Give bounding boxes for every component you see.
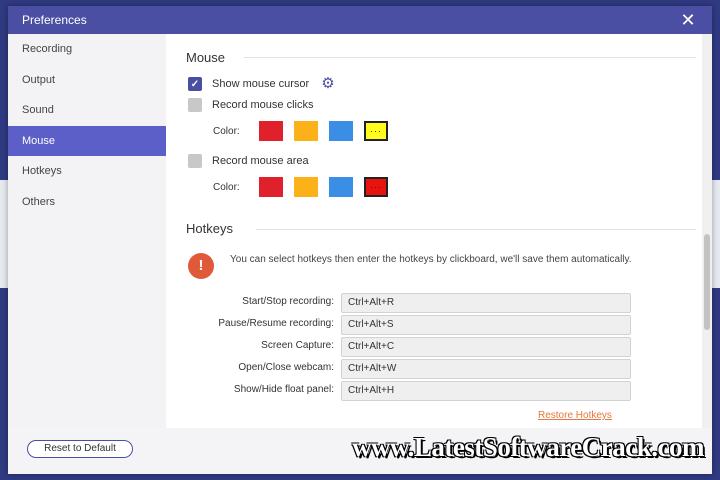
start-stop-hotkey-input[interactable] xyxy=(341,293,631,313)
float-panel-hotkey-input[interactable] xyxy=(341,381,631,401)
area-color-red[interactable] xyxy=(259,177,283,197)
sidebar: Recording Output Sound Mouse Hotkeys Oth… xyxy=(8,34,167,428)
area-color-orange[interactable] xyxy=(294,177,318,197)
hotkey-row: Open/Close webcam: xyxy=(166,359,631,379)
title-bar: Preferences ✕ xyxy=(8,6,712,34)
hotkeys-section-title: Hotkeys xyxy=(186,221,233,236)
hotkey-row: Show/Hide float panel: xyxy=(166,381,631,401)
area-color-label: Color: xyxy=(213,181,240,193)
sidebar-item-mouse[interactable]: Mouse xyxy=(8,125,166,156)
section-divider xyxy=(244,57,696,58)
hotkeys-info-text: You can select hotkeys then enter the ho… xyxy=(230,254,632,265)
sidebar-item-sound[interactable]: Sound xyxy=(8,95,166,126)
record-area-checkbox[interactable] xyxy=(188,154,202,168)
hotkey-label: Show/Hide float panel: xyxy=(233,384,334,395)
show-cursor-checkbox[interactable]: ✓ xyxy=(188,77,202,91)
settings-panel: Mouse ✓ Show mouse cursor ⚙ Record mouse… xyxy=(166,34,712,428)
record-area-row: Record mouse area xyxy=(188,153,309,169)
scrollbar[interactable] xyxy=(702,34,712,428)
clicks-color-row: Color: ··· xyxy=(213,120,399,142)
alert-icon: ! xyxy=(188,253,214,279)
show-cursor-row: ✓ Show mouse cursor ⚙ xyxy=(188,76,335,92)
record-clicks-row: Record mouse clicks xyxy=(188,97,313,113)
hotkey-label: Start/Stop recording: xyxy=(242,296,334,307)
pause-resume-hotkey-input[interactable] xyxy=(341,315,631,335)
sidebar-item-recording[interactable]: Recording xyxy=(8,34,166,65)
record-clicks-checkbox[interactable] xyxy=(188,98,202,112)
section-divider xyxy=(256,229,696,230)
clicks-color-blue[interactable] xyxy=(329,121,353,141)
area-color-darkred[interactable]: ··· xyxy=(364,177,388,197)
record-area-label: Record mouse area xyxy=(212,155,309,167)
sidebar-item-output[interactable]: Output xyxy=(8,65,166,96)
hotkey-label: Screen Capture: xyxy=(261,340,334,351)
clicks-color-yellow[interactable]: ··· xyxy=(364,121,388,141)
area-color-blue[interactable] xyxy=(329,177,353,197)
hotkey-label: Pause/Resume recording: xyxy=(218,318,334,329)
mouse-section-title: Mouse xyxy=(186,50,226,65)
clicks-color-red[interactable] xyxy=(259,121,283,141)
gear-icon[interactable]: ⚙ xyxy=(321,76,334,91)
watermark-text: www.LatestSoftwareCrack.com xyxy=(352,432,704,462)
preferences-window: Preferences ✕ Recording Output Sound Mou… xyxy=(8,6,712,474)
close-icon[interactable]: ✕ xyxy=(678,10,698,30)
window-title: Preferences xyxy=(22,13,87,27)
clicks-color-orange[interactable] xyxy=(294,121,318,141)
record-clicks-label: Record mouse clicks xyxy=(212,99,314,111)
restore-hotkeys-link[interactable]: Restore Hotkeys xyxy=(538,410,612,421)
screen-capture-hotkey-input[interactable] xyxy=(341,337,631,357)
webcam-hotkey-input[interactable] xyxy=(341,359,631,379)
show-cursor-label: Show mouse cursor xyxy=(212,78,310,90)
hotkey-row: Pause/Resume recording: xyxy=(166,315,631,335)
sidebar-item-hotkeys[interactable]: Hotkeys xyxy=(8,156,166,187)
clicks-color-label: Color: xyxy=(213,125,240,137)
area-color-row: Color: ··· xyxy=(213,176,399,198)
hotkey-row: Screen Capture: xyxy=(166,337,631,357)
hotkey-row: Start/Stop recording: xyxy=(166,293,631,313)
scrollbar-thumb[interactable] xyxy=(704,234,710,330)
hotkey-label: Open/Close webcam: xyxy=(238,362,334,373)
reset-to-default-button[interactable]: Reset to Default xyxy=(27,440,133,458)
sidebar-item-others[interactable]: Others xyxy=(8,187,166,218)
